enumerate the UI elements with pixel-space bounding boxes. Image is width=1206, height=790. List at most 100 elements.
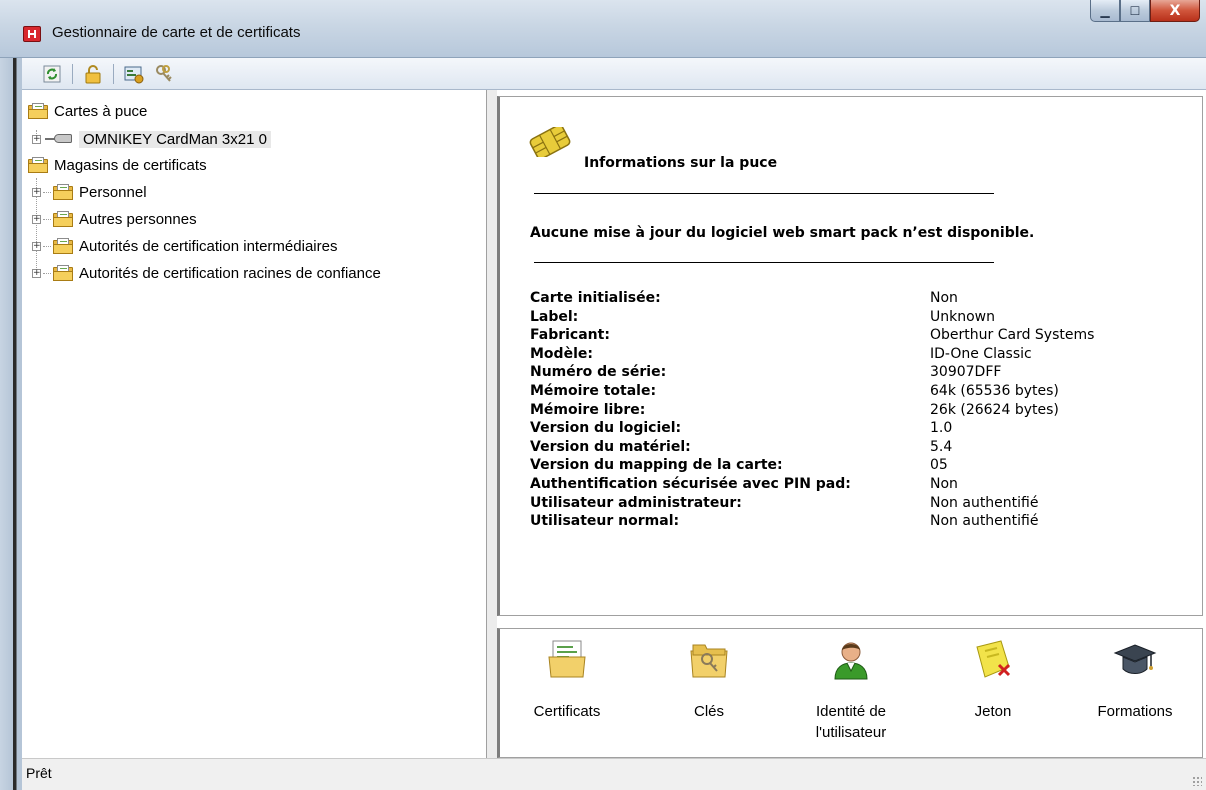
smartcard-chip-icon <box>529 127 571 157</box>
property-value: Non authentifié <box>930 513 1039 530</box>
tree-item-smartcards[interactable]: Cartes à puce <box>28 100 147 122</box>
tree-guide-line <box>43 192 51 193</box>
toolbar-separator <box>113 63 114 84</box>
divider <box>534 193 994 194</box>
property-key: Authentification sécurisée avec PIN pad: <box>530 475 851 492</box>
unlock-button[interactable] <box>81 63 105 85</box>
property-key: Utilisateur administrateur: <box>530 494 742 511</box>
tree-item-label: Autorités de certification intermédiaire… <box>79 237 338 255</box>
status-bar: Prêt <box>22 758 1206 790</box>
tree-item-label: Cartes à puce <box>54 102 148 120</box>
tree-pane[interactable]: Cartes à puce + OMNIKEY CardMan 3x21 0 M… <box>22 90 487 758</box>
expand-icon[interactable]: + <box>32 134 41 144</box>
property-key: Mémoire libre: <box>530 401 646 418</box>
close-button[interactable]: X <box>1150 0 1200 22</box>
keys-icon <box>156 64 172 82</box>
property-key: Version du logiciel: <box>530 420 682 437</box>
property-key: Carte initialisée: <box>530 290 661 306</box>
expand-icon[interactable]: + <box>32 187 41 197</box>
action-label: Certificats <box>533 703 601 720</box>
property-value: 1.0 <box>930 420 953 437</box>
property-value: 26k (26624 bytes) <box>930 401 1059 418</box>
refresh-button[interactable] <box>40 63 64 85</box>
app-logo-icon <box>23 26 41 42</box>
property-value: Oberthur Card Systems <box>930 327 1095 344</box>
user-identity-button[interactable]: Identité de l'utilisateur <box>786 637 916 743</box>
property-row: Utilisateur administrateur: Non authentif… <box>530 494 1170 513</box>
property-key: Numéro de série: <box>530 364 667 381</box>
update-status-message: Aucune mise à jour du logiciel web smart… <box>530 225 1035 241</box>
property-row: Utilisateur normal: Non authentifié <box>530 512 1170 531</box>
token-icon <box>976 640 1011 678</box>
expand-icon[interactable]: + <box>32 214 41 224</box>
training-button[interactable]: Formations <box>1070 637 1200 722</box>
expand-icon[interactable]: + <box>32 268 41 278</box>
property-row: Carte initialisée: Non <box>530 289 1170 308</box>
property-row: Version du mapping de la carte: 05 <box>530 456 1170 475</box>
property-value: Non <box>930 290 958 306</box>
resize-grip-icon[interactable] <box>1192 776 1202 786</box>
tree-item-label: Autres personnes <box>79 210 197 228</box>
property-value: 64k (65536 bytes) <box>930 382 1059 399</box>
chip-properties-list: Carte initialisée: Non Label: Unknown Fabr… <box>530 289 1170 531</box>
property-value: Unknown <box>930 308 995 325</box>
certificates-button[interactable]: Certificats <box>502 637 632 722</box>
tree-item-certificate-stores[interactable]: Magasins de certificats <box>28 154 207 176</box>
certificate-store-folder-icon <box>28 157 48 173</box>
folder-icon <box>53 265 73 281</box>
maximize-button[interactable]: ☐ <box>1120 0 1150 22</box>
property-key: Modèle: <box>530 345 593 362</box>
maximize-icon: ☐ <box>1129 3 1141 18</box>
unlock-icon <box>85 64 101 83</box>
tree-guide-line <box>43 219 51 220</box>
card-reader-icon <box>45 133 73 145</box>
tree-item-label: Magasins de certificats <box>54 156 207 174</box>
graduation-cap-icon <box>1113 644 1157 674</box>
title-bar[interactable]: Gestionnaire de carte et de certificats … <box>0 0 1206 58</box>
tree-item-label: Personnel <box>79 183 147 201</box>
property-row: Authentification sécurisée avec PIN pad:… <box>530 475 1170 494</box>
property-key: Version du matériel: <box>530 438 691 455</box>
tree-item-store-personnel[interactable]: + Personnel <box>32 181 147 203</box>
folder-icon <box>53 211 73 227</box>
certificates-folder-icon <box>548 640 586 678</box>
pane-splitter[interactable] <box>487 90 497 758</box>
card-list-icon <box>124 66 144 83</box>
token-button[interactable]: Jeton <box>928 637 1058 722</box>
smartcard-folder-icon <box>28 103 48 119</box>
keys-folder-icon <box>690 644 728 678</box>
close-icon: X <box>1169 2 1181 19</box>
tree-item-store-intermediate-ca[interactable]: + Autorités de certification intermédiai… <box>32 235 337 257</box>
property-key: Fabricant: <box>530 327 610 344</box>
user-identity-icon <box>834 642 868 680</box>
action-label: Clés <box>693 703 724 720</box>
toolbar-separator <box>72 63 73 84</box>
expand-icon[interactable]: + <box>32 241 41 251</box>
tree-item-store-root-ca[interactable]: + Autorités de certification racines de … <box>32 262 381 284</box>
property-key: Utilisateur normal: <box>530 513 680 530</box>
toolbar <box>22 58 1206 90</box>
property-row: Numéro de série: 30907DFF <box>530 363 1170 382</box>
keys-button[interactable] <box>152 63 176 85</box>
tree-item-store-other-people[interactable]: + Autres personnes <box>32 208 197 230</box>
property-key: Label: <box>530 308 579 325</box>
tree-item-reader[interactable]: + OMNIKEY CardMan 3x21 0 <box>32 128 271 150</box>
property-row: Version du logiciel: 1.0 <box>530 419 1170 438</box>
keys-folder-button[interactable]: Clés <box>644 637 774 722</box>
tree-item-label: Autorités de certification racines de co… <box>79 264 381 282</box>
property-value: Non authentifié <box>930 494 1039 511</box>
action-label: Formations <box>1097 703 1173 720</box>
property-row: Mémoire totale: 64k (65536 bytes) <box>530 382 1170 401</box>
card-list-button[interactable] <box>122 63 146 85</box>
property-value: 5.4 <box>930 438 953 455</box>
refresh-icon <box>43 65 61 82</box>
minimize-button[interactable]: ▁ <box>1090 0 1120 22</box>
property-row: Fabricant: Oberthur Card Systems <box>530 326 1170 345</box>
action-bar: Certificats Clés Identité de l'utilisate… <box>497 628 1203 758</box>
property-row: Version du matériel: 5.4 <box>530 438 1170 457</box>
status-text: Prêt <box>26 765 52 781</box>
property-value: 30907DFF <box>930 364 1002 381</box>
property-value: 05 <box>930 457 948 474</box>
chip-info-panel: Informations sur la puce Aucune mise à j… <box>497 96 1203 616</box>
property-row: Modèle: ID-One Classic <box>530 345 1170 364</box>
